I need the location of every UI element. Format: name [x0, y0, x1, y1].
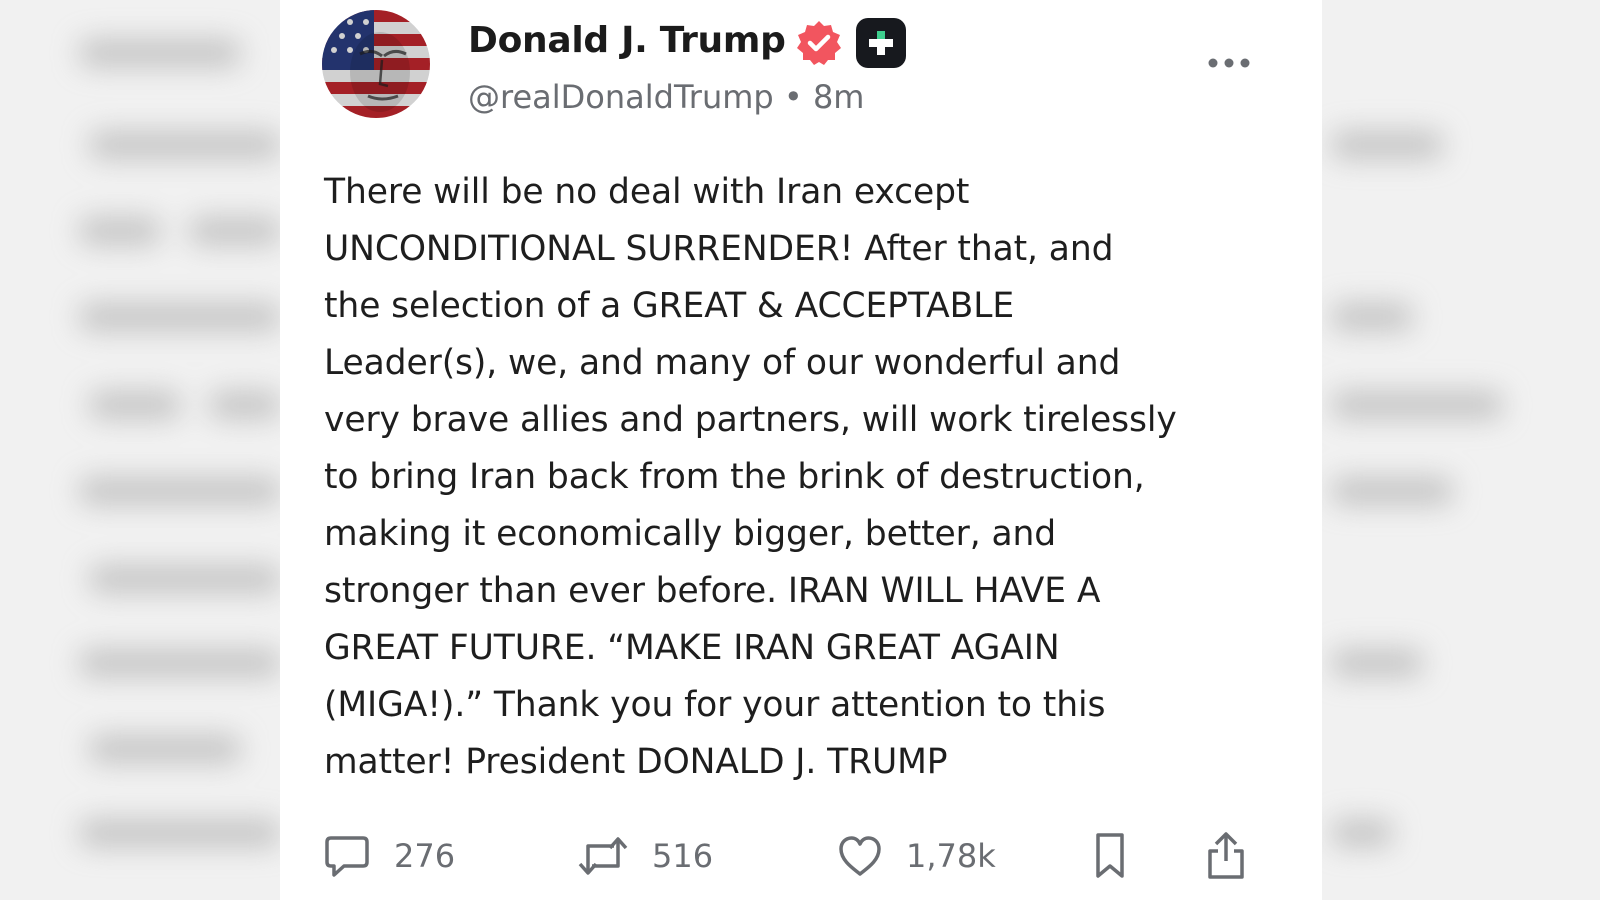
verified-badge-icon: [794, 18, 844, 68]
post-body-text: There will be no deal with Iran except U…: [324, 172, 1177, 782]
reply-button[interactable]: 276: [322, 826, 455, 886]
repost-count: 516: [652, 837, 714, 875]
more-options-icon: [1208, 58, 1250, 68]
like-button[interactable]: 1,78k: [836, 826, 996, 886]
reply-icon: [322, 832, 372, 880]
plus-badge-icon: [856, 18, 906, 68]
repost-button[interactable]: 516: [576, 826, 713, 886]
like-count: 1,78k: [906, 837, 996, 875]
blurred-background-right: [1322, 0, 1600, 900]
heart-icon: [836, 833, 884, 879]
share-button[interactable]: [1204, 826, 1248, 886]
flag-portrait-image: [322, 10, 430, 118]
post-actions-bar: 276 516 1,78k: [280, 826, 1322, 886]
share-icon: [1204, 831, 1248, 881]
avatar[interactable]: [322, 10, 430, 118]
handle-and-time: @realDonaldTrump • 8m: [468, 78, 865, 116]
post-card: Donald J. Trump @realDonaldTrump • 8m Th…: [280, 0, 1322, 900]
more-options-button[interactable]: [1204, 48, 1254, 78]
bookmark-button[interactable]: [1092, 826, 1128, 886]
blurred-background-left: [0, 0, 280, 900]
reply-count: 276: [394, 837, 456, 875]
repost-icon: [576, 832, 630, 880]
bookmark-icon: [1092, 831, 1128, 881]
display-name[interactable]: Donald J. Trump: [468, 20, 786, 61]
